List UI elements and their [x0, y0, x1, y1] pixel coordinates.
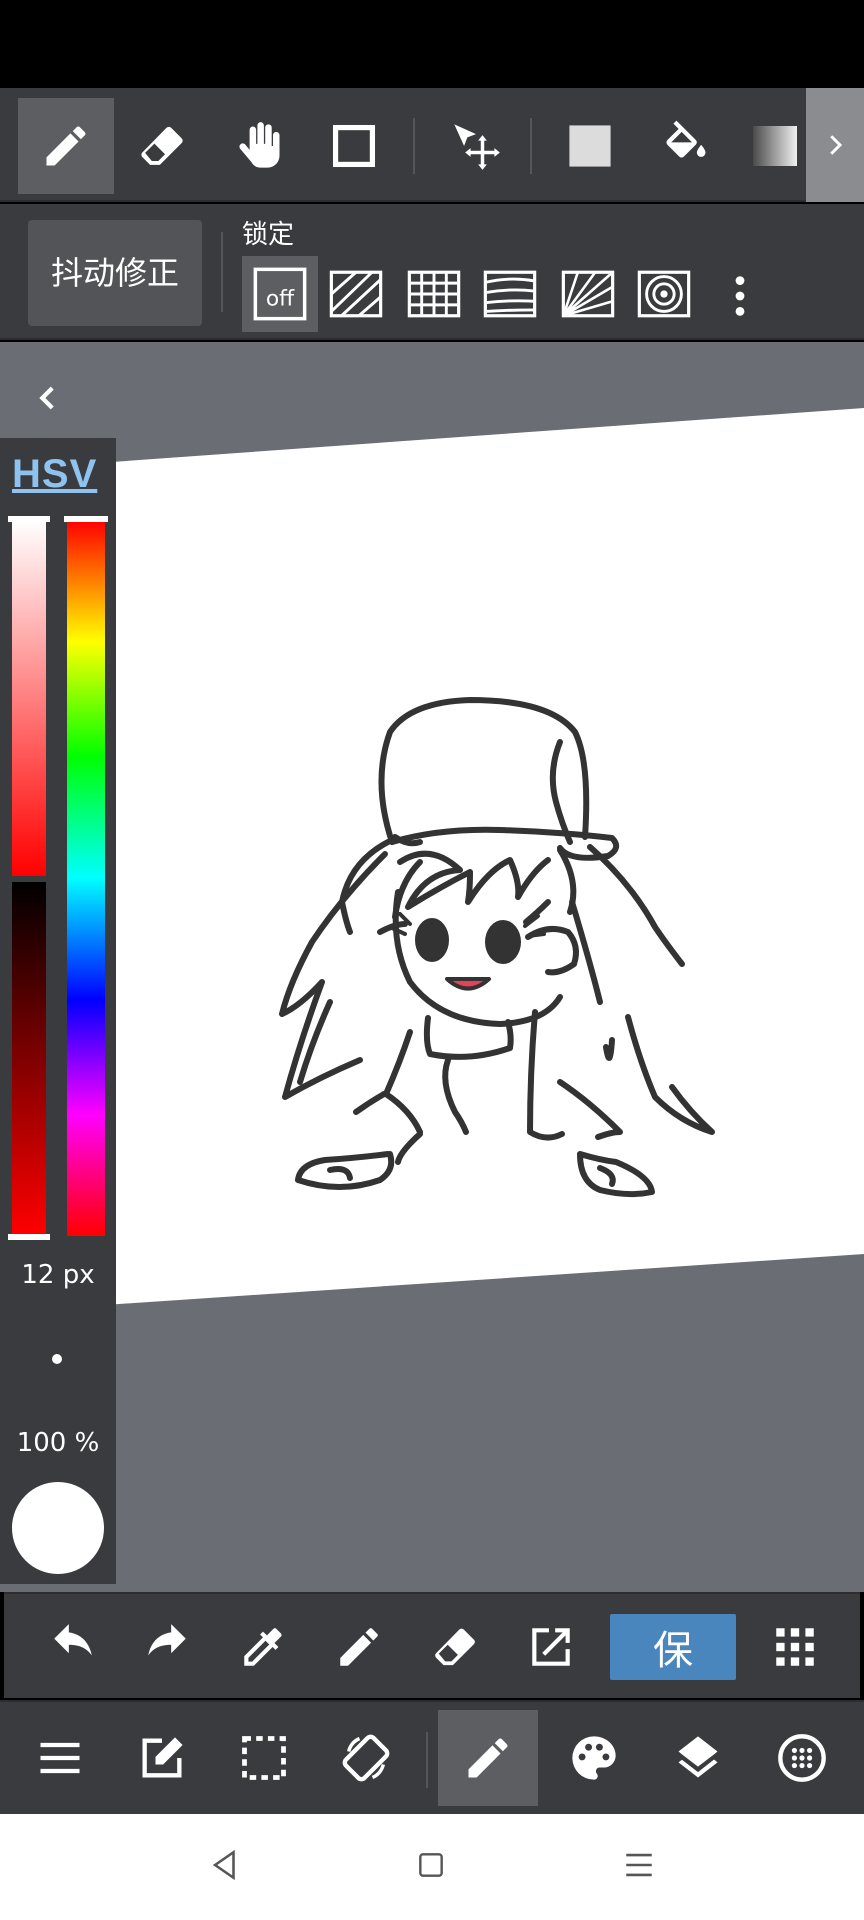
pen-icon	[340, 1628, 378, 1666]
current-color-swatch[interactable]	[12, 1482, 104, 1574]
eyedropper-icon	[244, 1628, 282, 1666]
chevron-left-icon	[39, 386, 54, 410]
brush-size-preview	[52, 1354, 62, 1364]
color-mode-toggle[interactable]: HSV	[12, 452, 97, 497]
lock-perspective-button[interactable]	[472, 256, 548, 332]
quick-menu-button[interactable]	[762, 1614, 828, 1680]
stabilizer-button[interactable]: 抖动修正	[28, 220, 202, 326]
hand-icon	[239, 122, 280, 168]
system-recents-button[interactable]	[614, 1840, 664, 1890]
triangle-back-icon	[212, 1849, 235, 1881]
paper-sheet	[0, 408, 864, 1312]
open-external-icon	[532, 1628, 570, 1666]
recents-lines-icon	[626, 1853, 652, 1877]
move-cursor-icon	[454, 124, 500, 170]
eraser-icon	[435, 1628, 475, 1666]
status-bar	[0, 0, 864, 88]
paint-bucket-icon	[666, 120, 706, 158]
color-palette-button[interactable]	[544, 1710, 644, 1806]
redo-icon	[148, 1624, 186, 1656]
brush-size-readout[interactable]: 12 px	[0, 1260, 116, 1290]
dashed-selection-icon	[242, 1736, 286, 1780]
export-button[interactable]	[518, 1614, 584, 1680]
gradient-icon	[753, 126, 797, 166]
eraser-icon	[141, 126, 183, 165]
lock-off-icon: off	[253, 267, 307, 321]
dotted-circle-icon	[778, 1734, 826, 1782]
edit-menu-button[interactable]	[112, 1710, 212, 1806]
edit-square-icon	[142, 1737, 183, 1778]
materials-button[interactable]	[752, 1710, 852, 1806]
eyedropper-button[interactable]	[230, 1614, 296, 1680]
canvas-area[interactable]	[0, 342, 864, 1592]
gradient-tool-button[interactable]	[740, 98, 806, 194]
lock-parallel-button[interactable]	[318, 256, 394, 332]
rotate-canvas-button[interactable]	[316, 1710, 416, 1806]
hue-slider[interactable]	[64, 516, 108, 1240]
opacity-readout[interactable]: 100 %	[0, 1428, 116, 1458]
rotate-screen-icon	[342, 1734, 390, 1782]
pen-icon	[468, 1738, 508, 1778]
parallel-lines-icon	[329, 270, 383, 318]
toolbar-divider	[221, 232, 223, 312]
action-bar: 保	[4, 1592, 860, 1698]
saturation-value-slider[interactable]	[8, 516, 50, 1240]
tool-toolbar	[0, 88, 864, 202]
hamburger-menu-icon	[40, 1742, 80, 1774]
radial-lines-icon	[561, 270, 615, 318]
brush-tab-button[interactable]	[438, 1710, 538, 1806]
brush-settings-bar: 抖动修正 锁定 off	[0, 204, 864, 340]
lock-grid-button[interactable]	[396, 256, 472, 332]
chevron-right-icon	[830, 135, 843, 155]
lock-off-text: off	[266, 287, 295, 312]
lock-radial-button[interactable]	[550, 256, 626, 332]
pen-icon	[46, 126, 86, 166]
undo-icon	[54, 1624, 92, 1656]
quick-pen-button[interactable]	[326, 1614, 392, 1680]
eraser-tool-button[interactable]	[114, 98, 210, 194]
paint-bucket-tool-button[interactable]	[638, 98, 734, 194]
toolbar-divider	[413, 118, 415, 174]
hand-tool-button[interactable]	[212, 98, 308, 194]
layers-button[interactable]	[648, 1710, 748, 1806]
system-home-button[interactable]	[406, 1840, 456, 1890]
square-home-icon	[419, 1853, 443, 1877]
toolbar-divider	[426, 1732, 428, 1788]
fill-rectangle-tool-button[interactable]	[542, 98, 638, 194]
selection-button[interactable]	[214, 1710, 314, 1806]
color-panel: HSV 12 px 100 %	[0, 438, 116, 1584]
toolbar-divider	[530, 118, 532, 174]
shape-tool-button[interactable]	[306, 98, 402, 194]
layers-icon	[678, 1736, 718, 1778]
quick-eraser-button[interactable]	[422, 1614, 488, 1680]
rectangle-icon	[332, 124, 376, 168]
concentric-circles-icon	[637, 270, 691, 318]
palette-icon	[572, 1736, 616, 1780]
fill-rectangle-icon	[569, 125, 611, 167]
save-button[interactable]: 保	[610, 1614, 736, 1680]
lock-label: 锁定	[242, 220, 295, 250]
system-back-button[interactable]	[200, 1840, 250, 1890]
main-menu-button[interactable]	[10, 1710, 110, 1806]
lock-off-button[interactable]: off	[242, 256, 318, 332]
back-button[interactable]	[28, 366, 68, 430]
more-options-button[interactable]	[720, 264, 760, 328]
grid-dots-icon	[776, 1628, 814, 1666]
system-nav-bar	[0, 1814, 864, 1920]
grid-icon	[407, 270, 461, 318]
perspective-lines-icon	[483, 270, 537, 318]
bottom-nav-bar	[0, 1700, 864, 1814]
kebab-menu-icon	[735, 276, 745, 316]
pen-tool-button[interactable]	[18, 98, 114, 194]
toolbar-more-button[interactable]	[806, 88, 864, 202]
move-tool-button[interactable]	[428, 98, 524, 194]
redo-button[interactable]	[134, 1614, 200, 1680]
drawing-canvas[interactable]	[0, 342, 864, 1592]
lock-concentric-button[interactable]	[626, 256, 702, 332]
undo-button[interactable]	[40, 1614, 106, 1680]
